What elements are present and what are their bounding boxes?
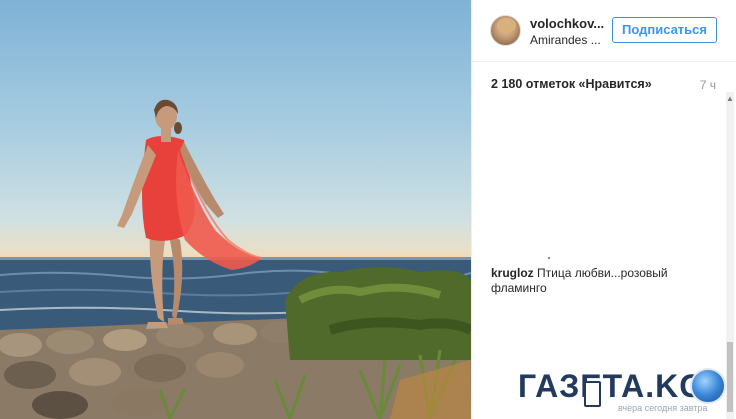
post-header: volochkov... Amirandes ... Подписаться [472, 0, 736, 62]
avatar[interactable] [490, 15, 521, 46]
post-time[interactable]: 7 ч [700, 78, 716, 92]
post-photo[interactable] [0, 0, 471, 419]
watermark-logo-text: ГАЗЕТА.KG [518, 368, 706, 404]
hourglass-icon [584, 381, 601, 407]
globe-icon [690, 368, 726, 404]
follow-button[interactable]: Подписаться [612, 17, 717, 43]
comment: krugloz Птица любви...розовый фламинго [491, 266, 691, 296]
post-sidebar: volochkov... Amirandes ... Подписаться 2… [471, 0, 736, 419]
bush [285, 267, 471, 360]
comment-author[interactable]: krugloz [491, 266, 537, 280]
username-link[interactable]: volochkov... [530, 16, 604, 31]
dot-separator [548, 257, 550, 259]
scroll-up-arrow-icon[interactable]: ▲ [726, 92, 734, 106]
gazeta-watermark: ГАЗЕТА.KG вчера сегодня завтра [518, 368, 732, 419]
likes-count[interactable]: 2 180 отметок «Нравится» [491, 77, 652, 91]
location-link[interactable]: Amirandes ... [530, 33, 601, 47]
photo-scene [0, 99, 471, 419]
watermark-tagline: вчера сегодня завтра [618, 403, 708, 413]
